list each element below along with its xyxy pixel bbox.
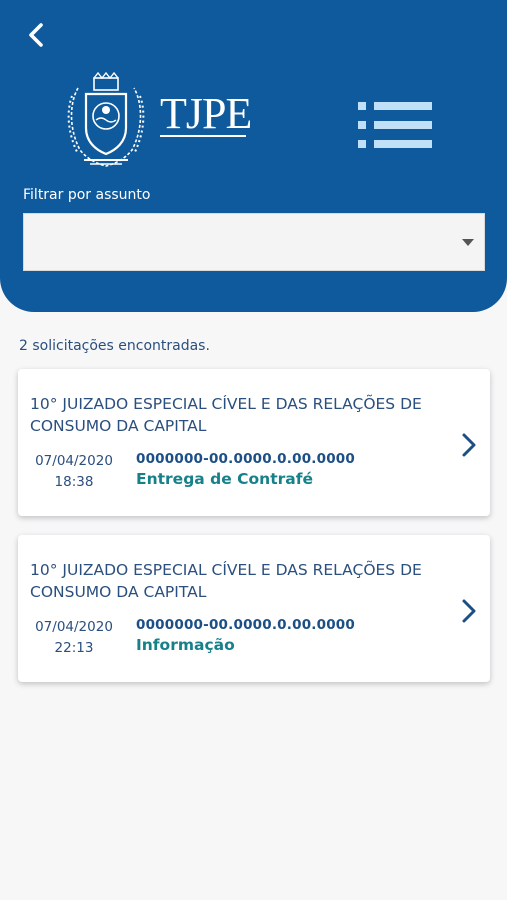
process-number: 0000000-00.0000.0.00.0000	[136, 451, 355, 467]
process-number: 0000000-00.0000.0.00.0000	[136, 617, 355, 633]
request-date: 07/04/2020	[35, 619, 113, 635]
request-status: Informação	[136, 636, 235, 654]
filter-label: Filtrar por assunto	[23, 187, 151, 203]
court-name: 10° JUIZADO ESPECIAL CÍVEL E DAS RELAÇÕE…	[30, 395, 422, 435]
chevron-right-icon[interactable]	[460, 598, 478, 624]
request-date: 07/04/2020	[35, 453, 113, 469]
request-datetime: 07/04/2020 22:13	[30, 617, 118, 659]
request-status: Entrega de Contrafé	[136, 470, 313, 488]
request-time: 22:13	[54, 640, 94, 656]
results-count: 2 solicitações encontradas.	[19, 338, 210, 354]
tjpe-logo: TJPE	[67, 72, 250, 167]
tjpe-wordmark: TJPE	[160, 89, 250, 138]
back-chevron-icon[interactable]	[20, 18, 54, 52]
caret-down-icon	[462, 239, 474, 246]
app-header: TJPE Filtrar por assunto	[0, 0, 507, 312]
subject-filter-select[interactable]	[23, 213, 485, 271]
request-time: 18:38	[54, 474, 94, 490]
request-card[interactable]: 10° JUIZADO ESPECIAL CÍVEL E DAS RELAÇÕE…	[18, 369, 490, 516]
chevron-right-icon[interactable]	[460, 432, 478, 458]
request-card[interactable]: 10° JUIZADO ESPECIAL CÍVEL E DAS RELAÇÕE…	[18, 535, 490, 682]
request-datetime: 07/04/2020 18:38	[30, 451, 118, 493]
court-name: 10° JUIZADO ESPECIAL CÍVEL E DAS RELAÇÕE…	[30, 561, 422, 601]
coat-of-arms-icon	[67, 72, 145, 167]
menu-list-icon[interactable]	[356, 100, 436, 150]
